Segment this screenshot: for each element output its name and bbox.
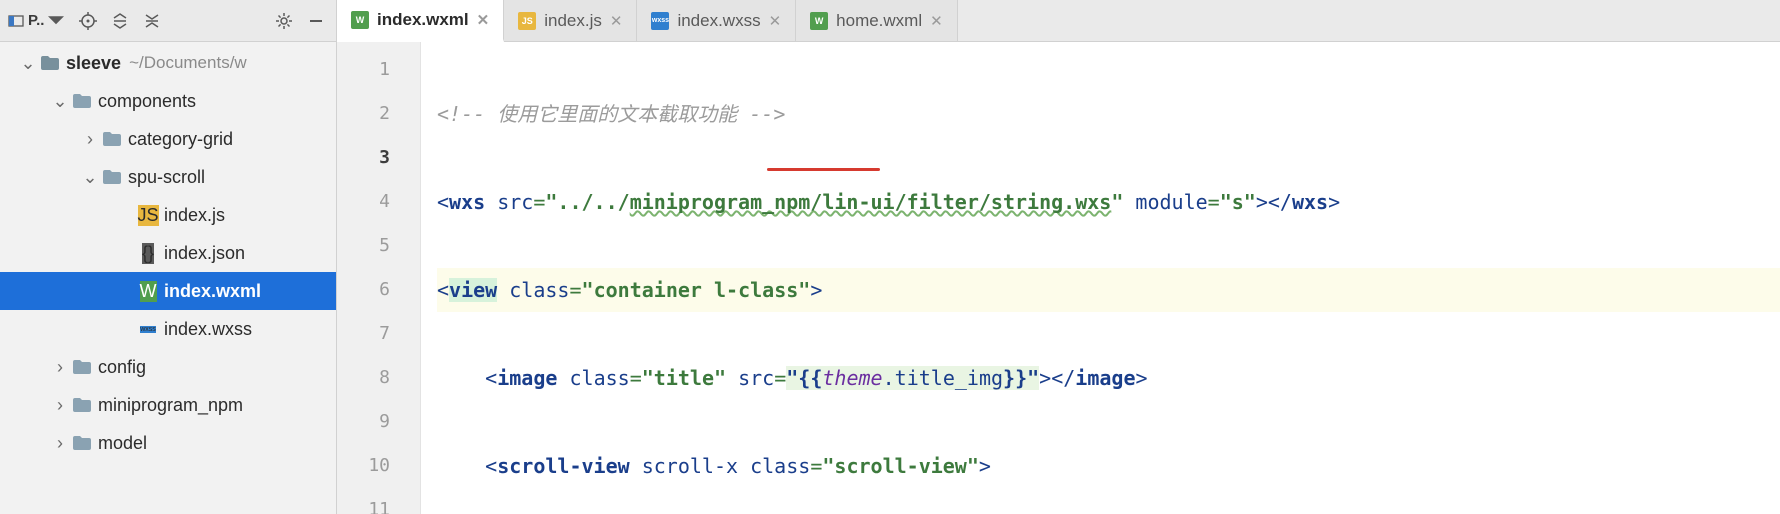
sidebar-toolbar: P.. [0, 0, 336, 42]
wxss-file-icon: wxss [651, 12, 669, 30]
close-icon[interactable]: ✕ [930, 12, 943, 30]
tab-label: index.wxml [377, 10, 469, 30]
tree-file-index-wxss[interactable]: wxss index.wxss [0, 310, 336, 348]
tree-folder-model[interactable]: › model [0, 424, 336, 462]
wxml-file-icon: W [351, 11, 369, 29]
tree-folder-components[interactable]: ⌄ components [0, 82, 336, 120]
collapse-all-icon[interactable] [138, 7, 166, 35]
target-icon[interactable] [74, 7, 102, 35]
editor-tabs: W index.wxml ✕ JS index.js ✕ wxss index.… [337, 0, 1780, 42]
tab-label: index.js [544, 11, 602, 31]
close-icon[interactable]: ✕ [769, 12, 782, 30]
js-file-icon: JS [518, 12, 536, 30]
tree-folder-category-grid[interactable]: › category-grid [0, 120, 336, 158]
close-icon[interactable]: ✕ [477, 11, 490, 29]
tree-file-index-json[interactable]: {} index.json [0, 234, 336, 272]
editor-body: 1 2 3 4 5 6 7 8 9 10 11 <!-- 使用它里面的文本截取功… [337, 42, 1780, 514]
project-tool-window-button[interactable]: P.. [8, 12, 64, 29]
editor-area: W index.wxml ✕ JS index.js ✕ wxss index.… [337, 0, 1780, 514]
tab-home-wxml[interactable]: W home.wxml ✕ [796, 0, 958, 41]
project-tree[interactable]: ⌄ sleeve ~/Documents/w ⌄ components › ca… [0, 42, 336, 514]
tab-index-wxml[interactable]: W index.wxml ✕ [337, 0, 504, 42]
tab-label: index.wxss [677, 11, 760, 31]
project-sidebar: P.. ⌄ sleeve ~/Documents/w ⌄ components [0, 0, 337, 514]
tab-label: home.wxml [836, 11, 922, 31]
gear-icon[interactable] [270, 7, 298, 35]
red-underline-annotation [767, 168, 880, 171]
tree-file-index-wxml[interactable]: W index.wxml [0, 272, 336, 310]
hide-icon[interactable] [302, 7, 330, 35]
tab-index-wxss[interactable]: wxss index.wxss ✕ [637, 0, 796, 41]
tree-folder-spu-scroll[interactable]: ⌄ spu-scroll [0, 158, 336, 196]
tree-folder-miniprogram-npm[interactable]: › miniprogram_npm [0, 386, 336, 424]
code-editor[interactable]: <!-- 使用它里面的文本截取功能 --> <wxs src="../../mi… [421, 42, 1780, 514]
tree-root[interactable]: ⌄ sleeve ~/Documents/w [0, 44, 336, 82]
tree-file-index-js[interactable]: JS index.js [0, 196, 336, 234]
close-icon[interactable]: ✕ [610, 12, 623, 30]
line-gutter[interactable]: 1 2 3 4 5 6 7 8 9 10 11 [337, 42, 421, 514]
tree-folder-config[interactable]: › config [0, 348, 336, 386]
tab-index-js[interactable]: JS index.js ✕ [504, 0, 637, 41]
expand-all-icon[interactable] [106, 7, 134, 35]
wxml-file-icon: W [810, 12, 828, 30]
